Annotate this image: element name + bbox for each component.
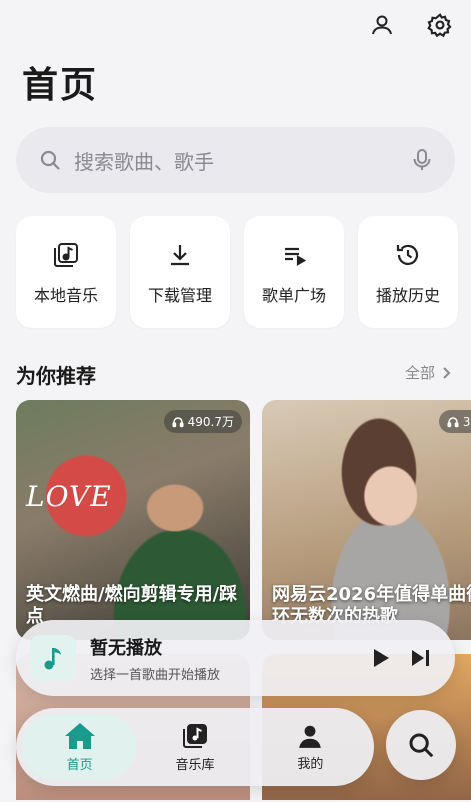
skip-next-icon bbox=[412, 650, 429, 666]
top-actions bbox=[365, 10, 457, 40]
playlist-card[interactable]: 3.0万 网易云2026年值得单曲循环无数次的热歌 bbox=[262, 400, 471, 640]
quick-action-label: 本地音乐 bbox=[33, 286, 98, 305]
nav-item-label: 音乐库 bbox=[175, 757, 215, 773]
nav-item-home[interactable]: 首页 bbox=[22, 714, 138, 780]
nav-item-library[interactable]: 音乐库 bbox=[137, 714, 252, 780]
quick-action-label: 播放历史 bbox=[375, 286, 440, 305]
cover-image-text: LOVE bbox=[26, 480, 112, 513]
quick-action-local-music[interactable]: 本地音乐 bbox=[16, 216, 116, 328]
mini-player[interactable]: 暂无播放 选择一首歌曲开始播放 bbox=[16, 620, 455, 696]
profile-button[interactable] bbox=[365, 10, 399, 40]
gear-icon bbox=[427, 13, 452, 38]
nav-item-label: 我的 bbox=[297, 756, 324, 772]
player-subtitle: 选择一首歌曲开始播放 bbox=[90, 667, 221, 683]
search-icon bbox=[409, 733, 434, 758]
playlist-icon bbox=[285, 247, 307, 266]
play-count-badge: 3.0万 bbox=[438, 410, 471, 433]
next-button[interactable] bbox=[401, 638, 441, 678]
section-title: 为你推荐 bbox=[16, 364, 96, 388]
person-icon bbox=[372, 15, 392, 35]
chevron-right-icon bbox=[443, 366, 451, 379]
music-note-icon bbox=[44, 648, 62, 670]
download-icon bbox=[171, 245, 189, 266]
headphones-icon bbox=[172, 416, 184, 427]
play-button[interactable] bbox=[361, 638, 401, 678]
playlist-card[interactable]: LOVE 490.7万 英文燃曲/燃向剪辑专用/踩点 bbox=[16, 400, 250, 640]
quick-action-label: 下载管理 bbox=[147, 286, 212, 305]
person-icon bbox=[299, 725, 322, 748]
player-cover bbox=[30, 635, 76, 681]
see-all-link[interactable]: 全部 bbox=[405, 362, 451, 383]
quick-action-downloads[interactable]: 下载管理 bbox=[130, 216, 230, 328]
see-all-label: 全部 bbox=[404, 364, 435, 382]
home-icon bbox=[64, 722, 95, 749]
nav-item-me[interactable]: 我的 bbox=[253, 714, 368, 780]
search-placeholder: 搜索歌曲、歌手 bbox=[74, 149, 214, 174]
quick-action-playlists[interactable]: 歌单广场 bbox=[244, 216, 344, 328]
music-library-icon bbox=[54, 243, 78, 267]
play-count-badge: 490.7万 bbox=[163, 410, 242, 433]
play-count: 3.0万 bbox=[462, 415, 471, 429]
nav-search-button[interactable] bbox=[386, 710, 456, 780]
quick-action-history[interactable]: 播放历史 bbox=[358, 216, 458, 328]
play-icon bbox=[374, 649, 389, 667]
search-icon bbox=[40, 150, 60, 170]
page-title: 首页 bbox=[22, 65, 99, 106]
search-bar[interactable]: 搜索歌曲、歌手 bbox=[16, 127, 455, 193]
play-count: 490.7万 bbox=[187, 415, 234, 429]
player-info: 暂无播放 选择一首歌曲开始播放 bbox=[90, 634, 361, 683]
microphone-icon[interactable] bbox=[411, 148, 433, 172]
player-title: 暂无播放 bbox=[90, 637, 162, 659]
history-icon bbox=[396, 244, 419, 265]
music-library-icon bbox=[182, 723, 207, 748]
quick-actions: 本地音乐 下载管理 歌单广场 播放历史 bbox=[16, 216, 458, 328]
settings-button[interactable] bbox=[423, 10, 457, 40]
bottom-nav: 首页 音乐库 我的 bbox=[16, 708, 374, 786]
quick-action-label: 歌单广场 bbox=[261, 286, 326, 305]
nav-item-label: 首页 bbox=[66, 757, 93, 773]
headphones-icon bbox=[447, 416, 459, 427]
